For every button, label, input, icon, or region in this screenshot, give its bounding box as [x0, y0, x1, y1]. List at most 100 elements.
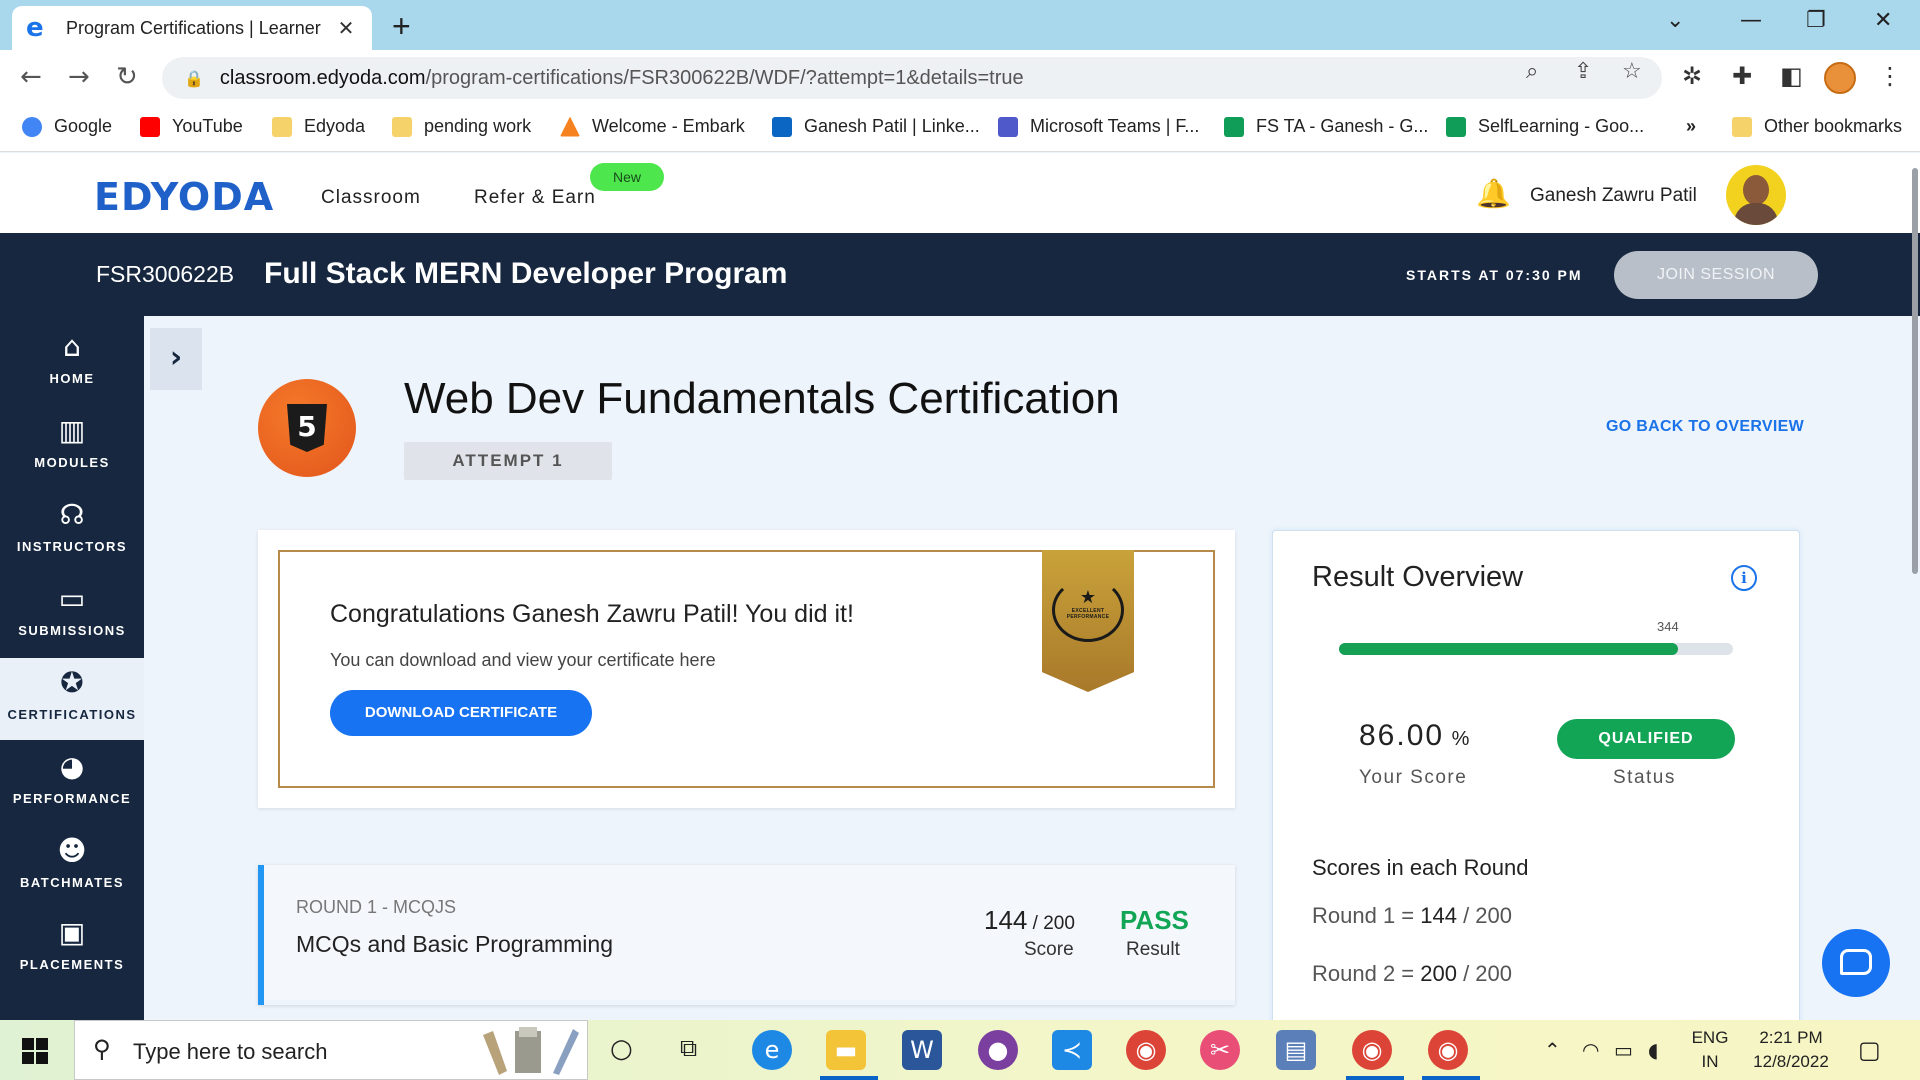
clock-date[interactable]: 12/8/2022 [1740, 1052, 1842, 1072]
tab-search-chevron-icon[interactable]: ⌄ [1666, 8, 1684, 33]
volume-icon[interactable]: ◖ [1648, 1038, 1659, 1062]
github-desktop-icon[interactable]: ● [978, 1030, 1018, 1070]
minimize-icon[interactable]: — [1740, 8, 1762, 33]
result-overview-title: Result Overview [1312, 561, 1524, 593]
session-start-time: STARTS AT 07:30 PM [1406, 267, 1583, 283]
restore-icon[interactable]: ❐ [1806, 8, 1826, 33]
sidebar-item-label: PERFORMANCE [12, 791, 132, 806]
google-icon [22, 116, 42, 137]
side-panel-icon[interactable]: ◧ [1780, 62, 1803, 90]
html5-icon: 5 [287, 404, 327, 452]
chrome-profile-1-icon[interactable]: ◉ [1352, 1030, 1392, 1070]
sidebar-item-batchmates[interactable]: ☻ BATCHMATES [0, 826, 144, 908]
bookmarks-overflow-button[interactable]: » [1686, 116, 1696, 137]
submissions-icon: ▭ [58, 582, 86, 615]
show-hidden-icons-chevron-icon[interactable]: ⌃ [1544, 1038, 1561, 1062]
snip-sketch-icon[interactable]: ✂ [1200, 1030, 1240, 1070]
vscode-icon[interactable]: ≺ [1052, 1030, 1092, 1070]
sidebar-item-placements[interactable]: ▣ PLACEMENTS [0, 908, 144, 990]
score-label: Your Score [1359, 767, 1468, 788]
window-close-icon[interactable]: ✕ [1874, 8, 1892, 33]
extension-bug-icon[interactable]: ✲ [1682, 62, 1702, 90]
bookmark-star-icon[interactable]: ☆ [1622, 59, 1642, 84]
new-tab-button[interactable]: + [392, 8, 411, 45]
bookmark-selflearning[interactable]: SelfLearning - Goo... [1446, 116, 1644, 137]
round-result-label: Result [1126, 939, 1180, 960]
performance-icon: ◕ [59, 750, 85, 783]
progress-value: 344 [1657, 619, 1679, 634]
sidebar-item-certifications[interactable]: ✪ CERTIFICATIONS [0, 658, 144, 740]
page-title: Web Dev Fundamentals Certification [404, 374, 1120, 423]
bookmark-embark[interactable]: Welcome - Embark [560, 116, 745, 137]
file-explorer-icon[interactable]: ▬ [826, 1030, 866, 1070]
round-label: ROUND 1 - MCQJS [296, 897, 457, 917]
forward-arrow-icon[interactable]: → [68, 62, 90, 92]
bookmark-other[interactable]: Other bookmarks [1732, 116, 1902, 137]
remote-desktop-icon[interactable]: ▤ [1276, 1030, 1316, 1070]
sidebar-item-performance[interactable]: ◕ PERFORMANCE [0, 742, 144, 824]
bookmark-pending-work[interactable]: pending work [392, 116, 531, 137]
avatar[interactable] [1726, 165, 1786, 225]
cortana-icon[interactable]: ○ [610, 1034, 633, 1064]
chat-button[interactable] [1822, 929, 1890, 997]
browser-tab-strip: e Program Certifications | Learner ✕ + ⌄… [0, 0, 1920, 50]
join-session-button[interactable]: JOIN SESSION [1614, 251, 1818, 299]
round-1-score-line: Round 1 = 144 / 200 [1312, 903, 1513, 928]
page-scrollbar[interactable] [1912, 168, 1918, 574]
bookmark-linkedin[interactable]: Ganesh Patil | Linke... [772, 116, 980, 137]
reload-icon[interactable]: ↻ [116, 62, 138, 92]
edge-icon[interactable]: e [752, 1030, 792, 1070]
browser-menu-icon[interactable]: ⋮ [1878, 62, 1902, 90]
sidebar-item-instructors[interactable]: ☊ INSTRUCTORS [0, 490, 144, 572]
region-indicator[interactable]: IN [1690, 1052, 1730, 1072]
chrome-profile-2-icon[interactable]: ◉ [1428, 1030, 1468, 1070]
nav-refer-earn[interactable]: Refer & Earn [474, 187, 596, 209]
wifi-icon[interactable]: ◠ [1582, 1038, 1599, 1062]
share-icon[interactable]: ⇪ [1574, 59, 1592, 84]
word-icon[interactable]: W [902, 1030, 942, 1070]
sidebar-item-modules[interactable]: ▥ MODULES [0, 406, 144, 488]
teams-icon [998, 116, 1018, 137]
extensions-puzzle-icon[interactable]: ✚ [1732, 62, 1752, 90]
go-back-to-overview-link[interactable]: GO BACK TO OVERVIEW [1606, 418, 1804, 436]
folder-icon [392, 116, 412, 137]
bookmark-google[interactable]: Google [22, 116, 112, 137]
bookmark-fs-ta[interactable]: FS TA - Ganesh - G... [1224, 116, 1428, 137]
folder-icon [272, 116, 292, 137]
sidebar-item-submissions[interactable]: ▭ SUBMISSIONS [0, 574, 144, 656]
laurel-wreath-icon: ★ EXCELLENT PERFORMANCE [1052, 578, 1124, 642]
chrome-icon[interactable]: ◉ [1126, 1030, 1166, 1070]
result-overview-card: Result Overview i 344 86.00 % Your Score… [1272, 530, 1800, 1050]
notification-center-icon[interactable]: ▢ [1858, 1036, 1881, 1064]
taskbar-search-input[interactable]: ⚲ Type here to search [74, 1020, 588, 1080]
back-arrow-icon[interactable]: ← [20, 62, 42, 92]
chevron-right-icon[interactable]: › [150, 328, 202, 390]
bookmark-youtube[interactable]: YouTube [140, 116, 243, 137]
sidebar-item-home[interactable]: ⌂ HOME [0, 322, 144, 404]
task-view-icon[interactable]: ⧉ [680, 1034, 697, 1062]
browser-tab[interactable]: e Program Certifications | Learner ✕ [12, 6, 372, 50]
language-indicator[interactable]: ENG [1690, 1028, 1730, 1048]
user-name[interactable]: Ganesh Zawru Patil [1530, 185, 1697, 207]
windows-start-icon[interactable] [22, 1038, 48, 1064]
zoom-icon[interactable]: ⌕ [1526, 59, 1538, 84]
bookmark-teams[interactable]: Microsoft Teams | F... [998, 116, 1199, 137]
download-certificate-button[interactable]: DOWNLOAD CERTIFICATE [330, 690, 592, 736]
program-name: Full Stack MERN Developer Program [264, 257, 788, 290]
battery-icon[interactable]: ▭ [1614, 1038, 1633, 1062]
tab-close-icon[interactable]: ✕ [334, 16, 358, 41]
round-1-card[interactable]: ROUND 1 - MCQJS MCQs and Basic Programmi… [258, 865, 1235, 1005]
info-icon[interactable]: i [1731, 565, 1757, 591]
sidebar-item-label: PLACEMENTS [19, 957, 125, 972]
browser-profile-avatar[interactable] [1824, 62, 1856, 94]
search-placeholder: Type here to search [133, 1039, 328, 1064]
new-badge: New [590, 163, 664, 191]
notification-bell-icon[interactable]: 🔔 [1476, 177, 1511, 210]
url-input[interactable]: 🔒 classroom.edyoda.com/program-certifica… [162, 57, 1662, 99]
address-bar-row: ← → ↻ 🔒 classroom.edyoda.com/program-cer… [0, 50, 1920, 106]
nav-classroom[interactable]: Classroom [321, 187, 421, 209]
search-highlight-illustration-icon [483, 1027, 579, 1075]
bookmark-edyoda[interactable]: Edyoda [272, 116, 365, 137]
edyoda-logo[interactable]: EDYODA [94, 175, 274, 219]
clock-time[interactable]: 2:21 PM [1746, 1028, 1836, 1048]
